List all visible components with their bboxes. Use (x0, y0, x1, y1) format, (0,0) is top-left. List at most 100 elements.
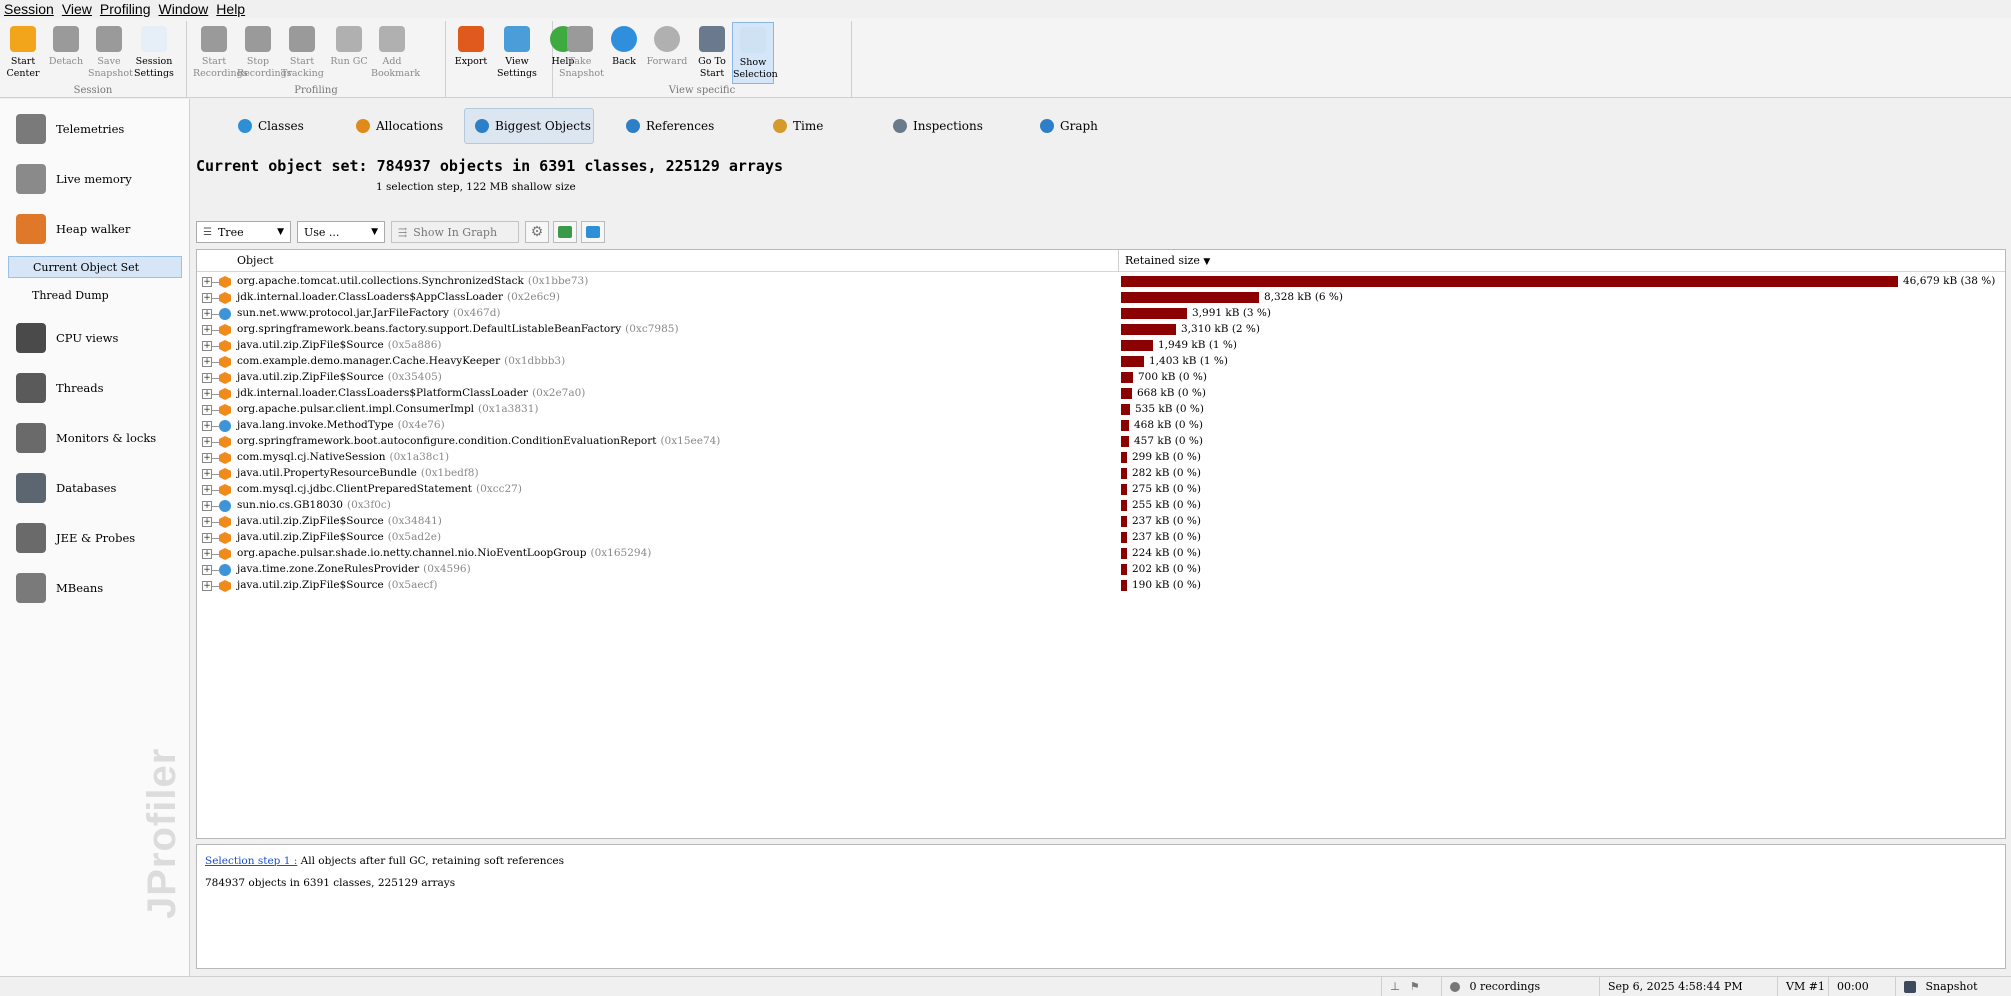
table-row[interactable]: + sun.net.www.protocol.jar.JarFileFactory… (197, 306, 2005, 322)
expand-icon[interactable]: + (202, 389, 212, 399)
tab-graph[interactable]: Graph (1030, 108, 1110, 144)
expand-icon[interactable]: + (202, 373, 212, 383)
export-view-button[interactable] (553, 221, 577, 243)
retained-size-bar (1121, 324, 1176, 335)
sidebar-item-monitors-locks[interactable]: Monitors & locks (0, 418, 190, 458)
table-row[interactable]: + java.util.PropertyResourceBundle (0x1bed… (197, 466, 2005, 482)
back-button[interactable]: Back (603, 22, 645, 84)
table-row[interactable]: + sun.nio.cs.GB18030 (0x3f0c) 255 kB (0 %) (197, 498, 2005, 514)
view-settings-button[interactable]: ⚙ (525, 221, 549, 243)
table-row[interactable]: + com.mysql.cj.jdbc.ClientPreparedStateme… (197, 482, 2005, 498)
sidebar-item-cpu-views[interactable]: CPU views (0, 318, 190, 358)
expand-icon[interactable]: + (202, 565, 212, 575)
table-row[interactable]: + org.apache.tomcat.util.collections.Sync… (197, 274, 2005, 290)
save-snapshot-button[interactable]: Save Snapshot (88, 22, 133, 84)
expand-icon[interactable]: + (202, 501, 212, 511)
table-row[interactable]: + java.lang.invoke.MethodType (0x4e76) 468 … (197, 418, 2005, 434)
menu-view[interactable]: View (58, 0, 96, 18)
expand-icon[interactable]: + (202, 293, 212, 303)
expand-icon[interactable]: + (202, 485, 212, 495)
sidebar-item-threads[interactable]: Threads (0, 368, 190, 408)
tree-view-select[interactable]: ☰ Tree ▼ (196, 221, 291, 243)
menu-profiling[interactable]: Profiling (96, 0, 155, 18)
session-settings-button[interactable]: Session Settings (133, 22, 175, 84)
expand-icon[interactable]: + (202, 421, 212, 431)
expand-icon[interactable]: + (202, 277, 212, 287)
sidebar-item-heap-walker[interactable]: Heap walker (0, 209, 190, 249)
show-selection-button[interactable]: Show Selection (732, 22, 778, 84)
sidebar-item-mbeans[interactable]: MBeans (0, 568, 190, 608)
sidebar-subitem-thread-dump[interactable]: Thread Dump (8, 285, 182, 307)
table-row[interactable]: + com.example.demo.manager.Cache.HeavyKee… (197, 354, 2005, 370)
expand-icon[interactable]: + (202, 405, 212, 415)
use-dropdown[interactable]: Use ... ▼ (297, 221, 385, 243)
menu-session[interactable]: Session (0, 0, 58, 18)
view-settings-button[interactable]: View Settings (496, 22, 538, 84)
table-row[interactable]: + java.util.zip.ZipFile$Source (0x5aecf) 19… (197, 578, 2005, 594)
run-gc-button[interactable]: Run GC (328, 22, 370, 84)
selection-step-link[interactable]: Selection step 1 : (205, 855, 297, 867)
tab-time[interactable]: Time (763, 108, 843, 144)
table-row[interactable]: + java.util.zip.ZipFile$Source (0x5a886) 1,… (197, 338, 2005, 354)
add-bookmark-button[interactable]: Add Bookmark (371, 22, 420, 84)
table-row[interactable]: + org.apache.pulsar.client.impl.ConsumerI… (197, 402, 2005, 418)
export-button[interactable]: Export (450, 22, 492, 84)
start-center-button[interactable]: Start Center (2, 22, 44, 84)
expand-icon[interactable]: + (202, 325, 212, 335)
expand-icon[interactable]: + (202, 357, 212, 367)
expand-icon[interactable]: + (202, 581, 212, 591)
sidebar-subitem-current-object-set[interactable]: Current Object Set (8, 256, 182, 278)
table-row[interactable]: + jdk.internal.loader.ClassLoaders$Platfo… (197, 386, 2005, 402)
tab-references[interactable]: References (616, 108, 736, 144)
detach-button[interactable]: Detach (45, 22, 87, 84)
tab-label: Biggest Objects (495, 119, 591, 133)
start-recordings-button[interactable]: Start Recordings (193, 22, 248, 84)
object-name: java.util.zip.ZipFile$Source (0x35405) (237, 371, 442, 383)
forward-button[interactable]: Forward (646, 22, 688, 84)
expand-icon[interactable]: + (202, 309, 212, 319)
object-address: (0x15ee74) (660, 435, 721, 447)
column-retained-size[interactable]: Retained size ▼ (1125, 254, 1210, 267)
start-recordings-icon (201, 26, 227, 52)
tab-inspections[interactable]: Inspections (883, 108, 1003, 144)
menu-help[interactable]: Help (212, 0, 249, 18)
info-button[interactable] (581, 221, 605, 243)
start-tracking-button[interactable]: Start Tracking (281, 22, 324, 84)
menu-window[interactable]: Window (155, 0, 213, 18)
table-row[interactable]: + java.util.zip.ZipFile$Source (0x34841) 23… (197, 514, 2005, 530)
retained-size-value: 202 kB (0 %) (1132, 563, 1201, 575)
tab-classes[interactable]: Classes (228, 108, 318, 144)
tab-biggest-objects[interactable]: Biggest Objects (464, 108, 594, 144)
sidebar-item-jee-probes[interactable]: JEE & Probes (0, 518, 190, 558)
table-row[interactable]: + org.springframework.beans.factory.suppo… (197, 322, 2005, 338)
object-address: (0xcc27) (476, 483, 522, 495)
table-row[interactable]: + org.apache.pulsar.shade.io.netty.channe… (197, 546, 2005, 562)
column-object[interactable]: Object (237, 254, 274, 267)
expand-icon[interactable]: + (202, 517, 212, 527)
show-in-graph-button[interactable]: ⇶ Show In Graph (391, 221, 519, 243)
tab-allocations[interactable]: Allocations (346, 108, 456, 144)
sidebar-item-telemetries[interactable]: Telemetries (0, 109, 190, 149)
expand-icon[interactable]: + (202, 453, 212, 463)
expand-icon[interactable]: + (202, 341, 212, 351)
table-row[interactable]: + com.mysql.cj.NativeSession (0x1a38c1) 299… (197, 450, 2005, 466)
take-snapshot-button[interactable]: Take Snapshot (559, 22, 604, 84)
column-separator (1118, 250, 1119, 272)
retained-size-bar (1121, 388, 1132, 399)
expand-icon[interactable]: + (202, 469, 212, 479)
object-name: org.apache.tomcat.util.collections.Synch… (237, 275, 589, 287)
sidebar-item-databases[interactable]: Databases (0, 468, 190, 508)
table-row[interactable]: + jdk.internal.loader.ClassLoaders$AppCla… (197, 290, 2005, 306)
sidebar-item-live-memory[interactable]: Live memory (0, 159, 190, 199)
table-row[interactable]: + org.springframework.boot.autoconfigure.… (197, 434, 2005, 450)
expand-icon[interactable]: + (202, 549, 212, 559)
bookmark-status[interactable]: ⊥ ⚑ (1381, 977, 1441, 996)
go-to-start-button[interactable]: Go To Start (691, 22, 733, 84)
expand-icon[interactable]: + (202, 533, 212, 543)
stop-recordings-button[interactable]: Stop Recordings (237, 22, 292, 84)
table-row[interactable]: + java.time.zone.ZoneRulesProvider (0x4596… (197, 562, 2005, 578)
table-row[interactable]: + java.util.zip.ZipFile$Source (0x5ad2e) 23… (197, 530, 2005, 546)
expand-icon[interactable]: + (202, 437, 212, 447)
session-settings-icon (141, 26, 167, 52)
table-row[interactable]: + java.util.zip.ZipFile$Source (0x35405) 70… (197, 370, 2005, 386)
